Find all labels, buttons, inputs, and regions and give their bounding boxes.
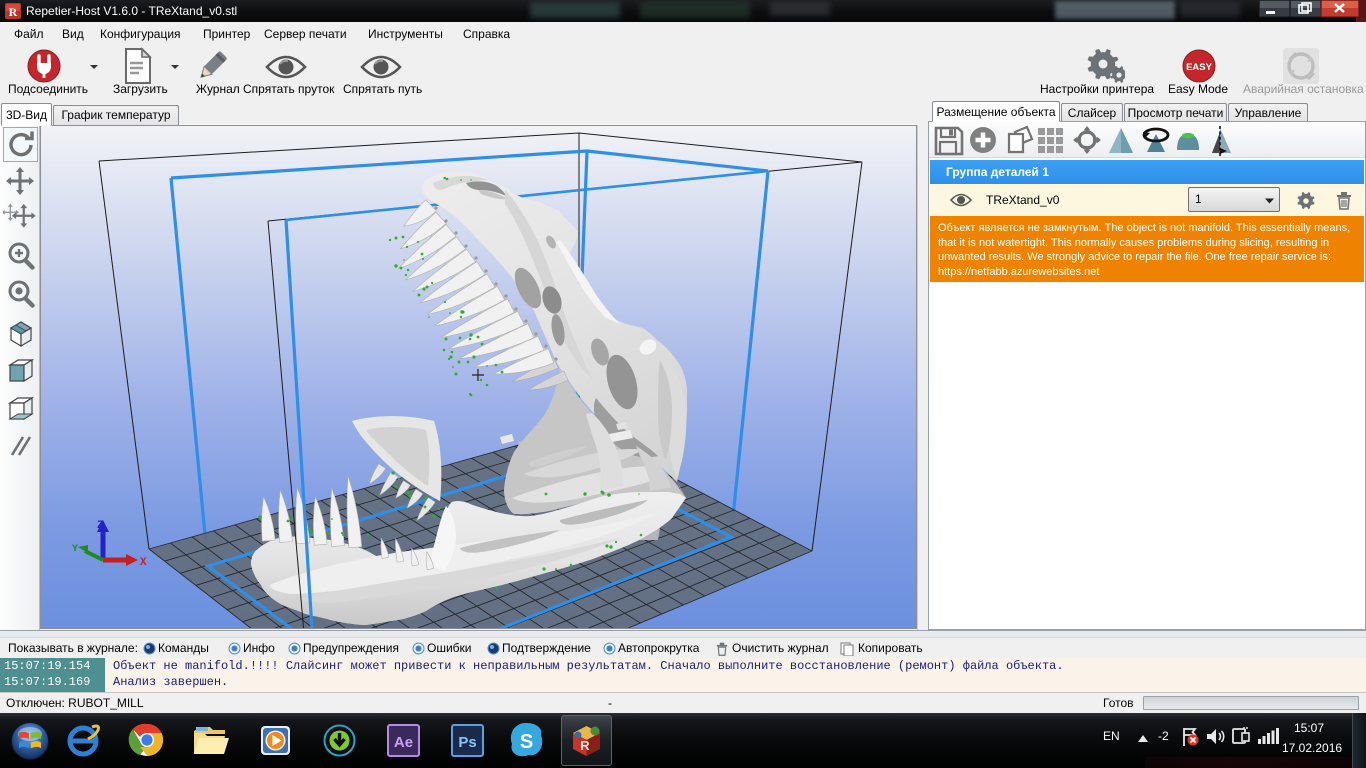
svg-text:S: S <box>520 731 533 753</box>
svg-text:Y: Y <box>72 544 78 555</box>
svg-text:Z: Z <box>97 520 104 532</box>
svg-text:EASY: EASY <box>1186 62 1213 73</box>
svg-text:Ps: Ps <box>458 734 476 751</box>
svg-text:X: X <box>140 557 147 569</box>
svg-text:R: R <box>9 5 18 19</box>
svg-text:Ae: Ae <box>394 734 413 751</box>
svg-text:R: R <box>580 738 590 753</box>
